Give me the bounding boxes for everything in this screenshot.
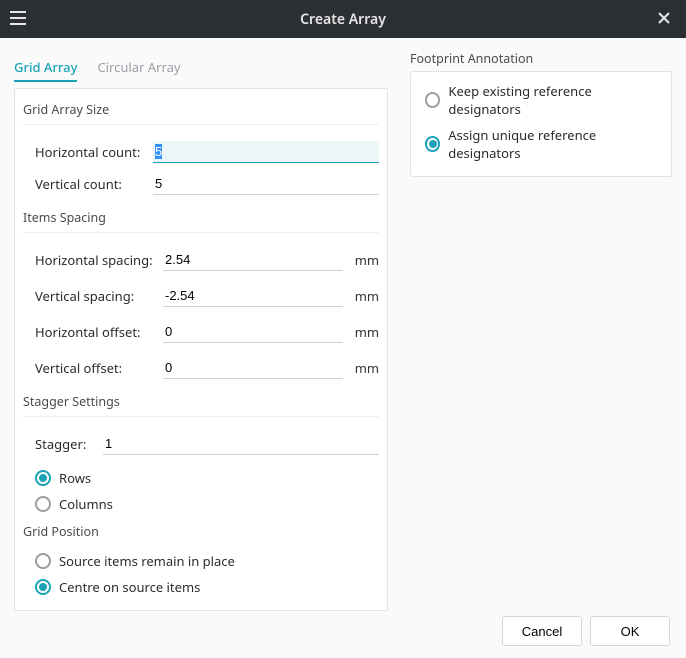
tab-circular-array[interactable]: Circular Array (97, 54, 180, 82)
position-legend: Grid Position (23, 523, 379, 540)
radio-icon (425, 136, 440, 152)
footprint-assign-radio[interactable]: Assign unique reference designators (425, 122, 657, 166)
voffset-unit: mm (351, 359, 379, 377)
ok-button[interactable]: OK (590, 616, 670, 646)
vcount-input[interactable] (153, 173, 379, 195)
grid-array-panel: Grid Array Size Horizontal count: Vertic… (14, 88, 388, 611)
titlebar: Create Array (0, 0, 686, 38)
hcount-label: Horizontal count: (35, 143, 145, 161)
hspace-label: Horizontal spacing: (35, 251, 155, 269)
footprint-legend: Footprint Annotation (410, 50, 672, 67)
position-keep-radio[interactable]: Source items remain in place (35, 548, 379, 574)
voffset-label: Vertical offset: (35, 359, 155, 377)
hoffset-input[interactable] (163, 321, 343, 343)
stagger-columns-label: Columns (59, 495, 113, 513)
tab-grid-array[interactable]: Grid Array (14, 54, 77, 82)
window-title: Create Array (300, 10, 386, 29)
hoffset-label: Horizontal offset: (35, 323, 155, 341)
vspace-label: Vertical spacing: (35, 287, 155, 305)
grid-size-legend: Grid Array Size (23, 101, 379, 118)
position-keep-label: Source items remain in place (59, 552, 235, 570)
radio-icon (35, 579, 51, 595)
footprint-panel: Keep existing reference designators Assi… (410, 71, 672, 177)
radio-icon (35, 496, 51, 512)
spacing-legend: Items Spacing (23, 209, 379, 226)
hcount-input[interactable] (153, 141, 379, 163)
stagger-count-label: Stagger: (35, 435, 95, 453)
vspace-unit: mm (351, 287, 379, 305)
cancel-button[interactable]: Cancel (502, 616, 582, 646)
hspace-unit: mm (351, 251, 379, 269)
footprint-keep-radio[interactable]: Keep existing reference designators (425, 78, 657, 122)
stagger-count-input[interactable] (103, 433, 379, 455)
footprint-keep-label: Keep existing reference designators (448, 82, 657, 118)
stagger-rows-label: Rows (59, 469, 91, 487)
footprint-assign-label: Assign unique reference designators (448, 126, 657, 162)
stagger-columns-radio[interactable]: Columns (35, 491, 379, 517)
vcount-label: Vertical count: (35, 175, 145, 193)
vspace-input[interactable] (163, 285, 343, 307)
hoffset-unit: mm (351, 323, 379, 341)
hamburger-icon[interactable] (10, 8, 30, 28)
close-icon[interactable] (654, 8, 674, 28)
radio-icon (35, 470, 51, 486)
dialog-footer: Cancel OK (0, 604, 686, 658)
voffset-input[interactable] (163, 357, 343, 379)
stagger-rows-radio[interactable]: Rows (35, 465, 379, 491)
radio-icon (425, 92, 440, 108)
position-centre-label: Centre on source items (59, 578, 200, 596)
stagger-legend: Stagger Settings (23, 393, 379, 410)
radio-icon (35, 553, 51, 569)
hspace-input[interactable] (163, 249, 343, 271)
tab-bar: Grid Array Circular Array (14, 50, 388, 88)
position-centre-radio[interactable]: Centre on source items (35, 574, 379, 600)
